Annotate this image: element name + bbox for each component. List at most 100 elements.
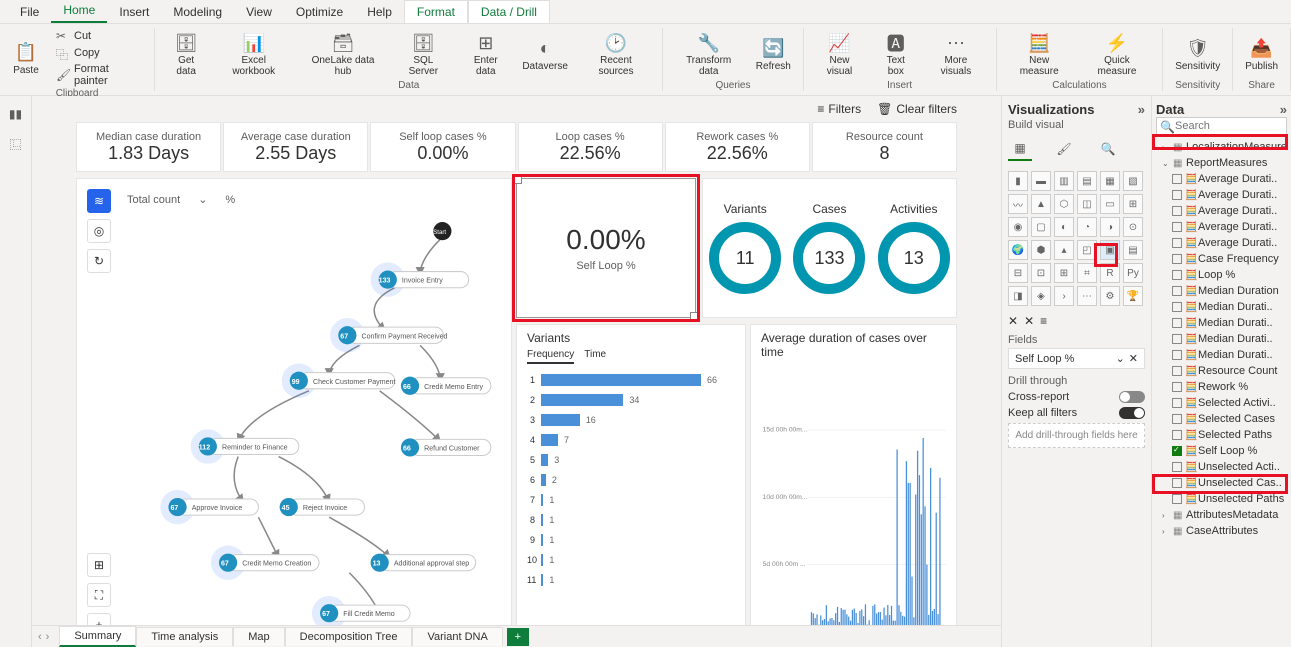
tool-2-icon[interactable]: ✕ — [1024, 314, 1034, 328]
excel-button[interactable]: 📊Excel workbook — [213, 29, 294, 79]
sql-button[interactable]: 🗄SQL Server — [392, 29, 455, 79]
drill-through-drop[interactable]: Add drill-through fields here — [1008, 423, 1145, 448]
menu-format[interactable]: Format — [404, 0, 468, 23]
visual-type-11[interactable]: ⊞ — [1123, 194, 1143, 214]
table-attributes-metadata[interactable]: ›▦AttributesMetadata — [1156, 507, 1287, 523]
measure-item[interactable]: 🧮Average Durati.. — [1156, 203, 1287, 219]
model-view-icon[interactable]: ⿺ — [6, 134, 26, 154]
visual-type-33[interactable]: ⋯ — [1077, 286, 1097, 306]
measure-item[interactable]: 🧮Unselected Acti.. — [1156, 459, 1287, 475]
checkbox[interactable] — [1172, 446, 1182, 456]
filters-button[interactable]: ≡Filters — [817, 102, 861, 116]
recent-sources-button[interactable]: 🕑Recent sources — [576, 29, 657, 79]
process-map-visual[interactable]: ≋ ◎ ↻ Total count⌄ % ⊞ ⛶ + − — [76, 178, 512, 625]
measure-item[interactable]: 🧮Case Frequency — [1156, 251, 1287, 267]
visual-type-8[interactable]: ⬡ — [1054, 194, 1074, 214]
menu-help[interactable]: Help — [355, 1, 404, 23]
measure-item[interactable]: 🧮Unselected Cas.. — [1156, 475, 1287, 491]
variants-chart[interactable]: Variants Frequency Time 1662343164753627… — [516, 324, 746, 625]
donut-row[interactable]: Variants11 Cases133 Activities13 — [702, 178, 957, 318]
checkbox[interactable] — [1172, 286, 1182, 296]
measure-item[interactable]: 🧮Average Durati.. — [1156, 171, 1287, 187]
keep-filters-toggle[interactable] — [1119, 407, 1145, 419]
tab-map[interactable]: Map — [233, 627, 284, 646]
tab-time-analysis[interactable]: Time analysis — [136, 627, 233, 646]
table-report-measures[interactable]: ⌄▦ReportMeasures — [1156, 155, 1287, 171]
quick-measure-button[interactable]: ⚡Quick measure — [1078, 29, 1157, 79]
checkbox[interactable] — [1172, 254, 1182, 264]
more-visuals-button[interactable]: ⋯More visuals — [922, 29, 989, 79]
table-localization[interactable]: ›▦LocalizationMeasures — [1156, 139, 1287, 155]
checkbox[interactable] — [1172, 398, 1182, 408]
selected-card-visual[interactable]: 0.00% Self Loop % — [516, 178, 696, 318]
map-zoom-in-icon[interactable]: + — [87, 613, 111, 625]
checkbox[interactable] — [1172, 318, 1182, 328]
tool-3-icon[interactable]: ≡ — [1040, 314, 1047, 328]
visual-type-17[interactable]: ⊙ — [1123, 217, 1143, 237]
checkbox[interactable] — [1172, 366, 1182, 376]
measure-item[interactable]: 🧮Self Loop % — [1156, 443, 1287, 459]
visual-type-24[interactable]: ⊟ — [1008, 263, 1028, 283]
map-fit-icon[interactable]: ⊞ — [87, 553, 111, 577]
remove-field-icon[interactable]: ✕ — [1129, 352, 1138, 365]
visual-type-14[interactable]: ◐ — [1054, 217, 1074, 237]
variant-bar[interactable]: 234 — [527, 390, 735, 410]
menu-data-drill[interactable]: Data / Drill — [468, 0, 550, 23]
checkbox[interactable] — [1172, 478, 1182, 488]
visual-type-18[interactable]: 🌍 — [1008, 240, 1028, 260]
publish-button[interactable]: 📤Publish — [1239, 35, 1284, 74]
time-chart[interactable]: Average duration of cases over time 15d … — [750, 324, 957, 625]
visual-type-20[interactable]: ▴ — [1054, 240, 1074, 260]
visual-type-12[interactable]: ◉ — [1008, 217, 1028, 237]
get-data-button[interactable]: 🗄Get data — [161, 29, 211, 79]
visual-type-9[interactable]: ◫ — [1077, 194, 1097, 214]
chevron-down-icon[interactable]: ⌄ — [1116, 352, 1125, 365]
visual-type-3[interactable]: ▤ — [1077, 171, 1097, 191]
measure-item[interactable]: 🧮Selected Activi.. — [1156, 395, 1287, 411]
visual-type-35[interactable]: 🏆 — [1123, 286, 1143, 306]
checkbox[interactable] — [1172, 382, 1182, 392]
measure-item[interactable]: 🧮Median Durati.. — [1156, 347, 1287, 363]
add-page-button[interactable]: + — [507, 628, 529, 646]
checkbox[interactable] — [1172, 206, 1182, 216]
map-view-process[interactable]: ≋ — [87, 189, 111, 213]
checkbox[interactable] — [1172, 494, 1182, 504]
visual-type-23[interactable]: ▤ — [1123, 240, 1143, 260]
menu-modeling[interactable]: Modeling — [161, 1, 234, 23]
measure-item[interactable]: 🧮Rework % — [1156, 379, 1287, 395]
menu-file[interactable]: File — [8, 1, 51, 23]
visual-type-28[interactable]: R — [1100, 263, 1120, 283]
visual-type-6[interactable]: 〰 — [1008, 194, 1028, 214]
measure-item[interactable]: 🧮Median Durati.. — [1156, 315, 1287, 331]
measure-item[interactable]: 🧮Selected Paths — [1156, 427, 1287, 443]
variants-tab-frequency[interactable]: Frequency — [527, 349, 574, 364]
kpi-average-duration[interactable]: Average case duration2.55 Days — [223, 122, 368, 172]
kpi-self-loop[interactable]: Self loop cases %0.00% — [370, 122, 515, 172]
variant-bar[interactable]: 71 — [527, 490, 735, 510]
format-painter-button[interactable]: 🖌Format painter — [52, 62, 148, 88]
visual-type-32[interactable]: › — [1054, 286, 1074, 306]
menu-view[interactable]: View — [234, 1, 284, 23]
enter-data-button[interactable]: ⊞Enter data — [457, 29, 515, 79]
checkbox[interactable] — [1172, 462, 1182, 472]
menu-optimize[interactable]: Optimize — [284, 1, 355, 23]
visual-type-21[interactable]: ◰ — [1077, 240, 1097, 260]
visual-type-25[interactable]: ⊡ — [1031, 263, 1051, 283]
variant-bar[interactable]: 53 — [527, 450, 735, 470]
visual-type-19[interactable]: ⬢ — [1031, 240, 1051, 260]
measure-item[interactable]: 🧮Median Durati.. — [1156, 331, 1287, 347]
new-visual-button[interactable]: 📈New visual — [810, 29, 870, 79]
measure-item[interactable]: 🧮Median Durati.. — [1156, 299, 1287, 315]
checkbox[interactable] — [1172, 222, 1182, 232]
visual-type-26[interactable]: ⊞ — [1054, 263, 1074, 283]
variant-bar[interactable]: 111 — [527, 570, 735, 590]
visual-type-30[interactable]: ◨ — [1008, 286, 1028, 306]
measure-item[interactable]: 🧮Resource Count — [1156, 363, 1287, 379]
checkbox[interactable] — [1172, 190, 1182, 200]
map-metric-dropdown[interactable]: Total count⌄ % — [127, 193, 235, 206]
tab-decomposition[interactable]: Decomposition Tree — [285, 627, 413, 646]
checkbox[interactable] — [1172, 430, 1182, 440]
visual-type-2[interactable]: ▥ — [1054, 171, 1074, 191]
visual-type-10[interactable]: ▭ — [1100, 194, 1120, 214]
visual-type-31[interactable]: ◈ — [1031, 286, 1051, 306]
